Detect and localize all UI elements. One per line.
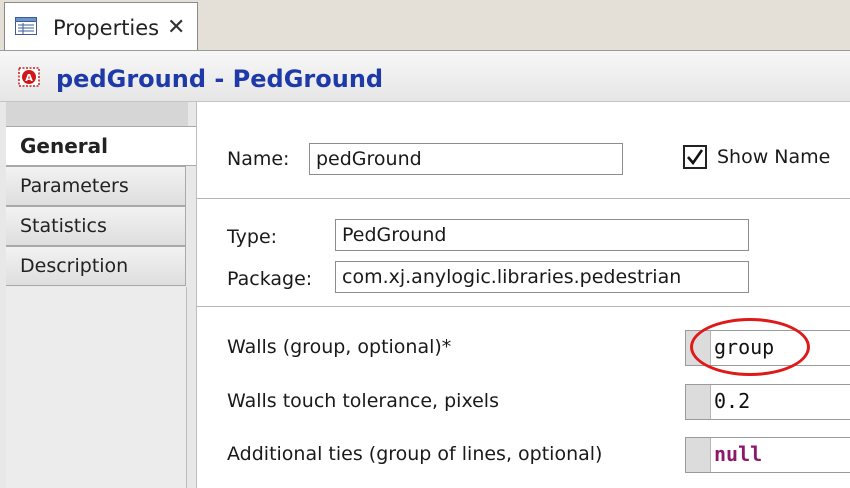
- page-title: pedGround - PedGround: [56, 65, 384, 93]
- package-field[interactable]: com.xj.anylogic.libraries.pedestrian: [335, 261, 749, 293]
- view-tab-strip: Properties ✕: [0, 0, 850, 50]
- type-field[interactable]: PedGround: [335, 219, 749, 251]
- tab-statistics[interactable]: Statistics: [6, 206, 186, 246]
- package-label: Package:: [227, 268, 313, 290]
- agent-object-icon: A: [18, 67, 40, 87]
- general-properties-panel: Name: pedGround Show Name Type: PedGroun…: [196, 102, 850, 488]
- tab-description[interactable]: Description: [6, 246, 186, 286]
- walls-tolerance-value: 0.2: [714, 389, 751, 413]
- walls-tolerance-label: Walls touch tolerance, pixels: [227, 390, 499, 412]
- name-field[interactable]: pedGround: [309, 143, 623, 175]
- show-name-label: Show Name: [717, 146, 831, 168]
- name-label: Name:: [227, 148, 290, 170]
- highlight-annotation: [690, 318, 810, 376]
- additional-ties-value: null: [714, 442, 763, 466]
- code-field-handle: [686, 438, 711, 472]
- additional-ties-label: Additional ties (group of lines, optiona…: [227, 443, 603, 465]
- additional-ties-field[interactable]: null: [685, 437, 850, 473]
- properties-icon: [15, 17, 37, 35]
- walls-label: Walls (group, optional)*: [227, 336, 452, 358]
- svg-text:A: A: [25, 73, 33, 84]
- close-icon[interactable]: ✕: [167, 15, 185, 40]
- show-name-checkbox[interactable]: [683, 145, 707, 169]
- code-field-handle: [686, 385, 711, 419]
- tab-general[interactable]: General: [6, 126, 196, 166]
- properties-tab[interactable]: Properties ✕: [4, 2, 198, 50]
- tab-parameters[interactable]: Parameters: [6, 166, 186, 206]
- section-divider: [197, 198, 850, 199]
- walls-tolerance-field[interactable]: 0.2: [685, 384, 850, 420]
- sidebar-empty-area: [6, 287, 187, 488]
- properties-tab-label: Properties: [53, 16, 160, 40]
- sidebar-header-strip: [6, 102, 188, 127]
- type-label: Type:: [227, 226, 278, 248]
- section-sidebar: General Parameters Statistics Descriptio…: [0, 102, 196, 488]
- checkmark-icon: [687, 149, 704, 166]
- section-divider: [197, 306, 850, 307]
- properties-title-bar: A pedGround - PedGround: [0, 50, 850, 102]
